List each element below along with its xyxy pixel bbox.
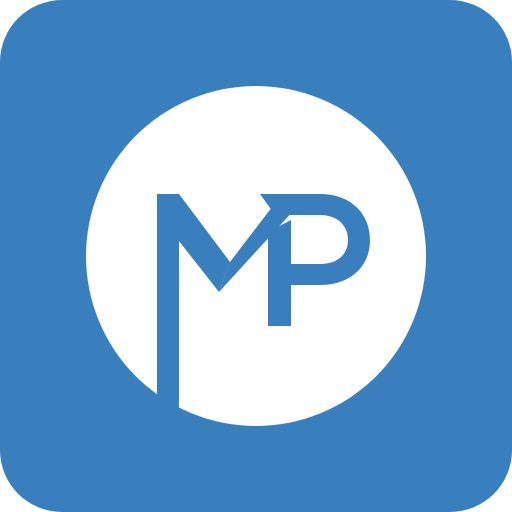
app-icon[interactable]	[0, 0, 512, 512]
icon-circle	[86, 86, 426, 426]
mp-logo-icon	[0, 0, 512, 512]
